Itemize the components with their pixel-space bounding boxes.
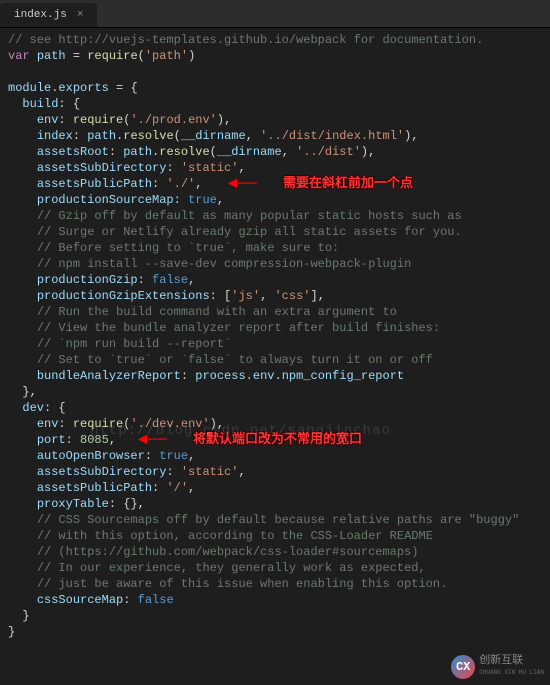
close-icon[interactable]: × [77, 9, 84, 21]
arrow-icon: ◄── [138, 432, 167, 448]
comment: // see http://vuejs-templates.github.io/… [8, 33, 483, 47]
prop: build [22, 97, 58, 111]
annotation-1: 需要在斜杠前加一个点 [283, 176, 413, 192]
tab-filename: index.js [14, 9, 67, 21]
prop: dev [22, 401, 44, 415]
string: 'path' [145, 49, 188, 63]
tab-indexjs[interactable]: index.js × [0, 3, 97, 27]
tab-bar: index.js × [0, 0, 550, 28]
func: require [87, 49, 137, 63]
annotation-2: 将默认端口改为不常用的宽口 [193, 432, 362, 448]
code-editor[interactable]: // see http://vuejs-templates.github.io/… [0, 28, 550, 644]
logo-sub: CHUANG XIN HU LIAN [479, 667, 544, 678]
prop: exports [58, 81, 108, 95]
brand-logo: CX 创新互联 CHUANG XIN HU LIAN [451, 655, 544, 679]
ident: path [37, 49, 66, 63]
logo-name: 创新互联 [479, 656, 544, 667]
keyword: var [8, 49, 30, 63]
punc: = [66, 49, 88, 63]
logo-icon: CX [451, 655, 475, 679]
arrow-icon: ◄── [228, 176, 257, 192]
ident: module [8, 81, 51, 95]
